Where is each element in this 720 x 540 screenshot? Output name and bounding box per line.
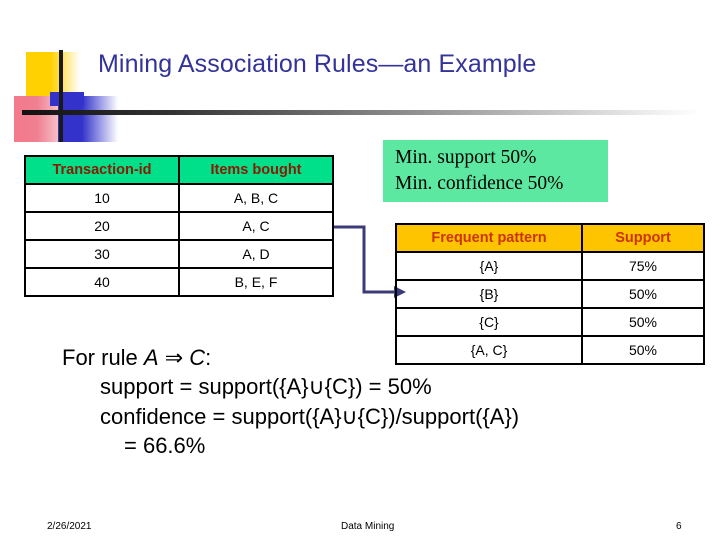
cell-transaction-id: 30 xyxy=(24,239,180,269)
footer-date: 2/26/2021 xyxy=(47,521,92,532)
cell-items-bought: B, E, F xyxy=(178,267,334,297)
min-support-text: Min. support 50% xyxy=(395,147,537,168)
column-header-support: Support xyxy=(581,223,705,253)
table-row: {A} 75% xyxy=(395,251,705,281)
table-row: 10 A, B, C xyxy=(24,183,334,213)
cell-support: 50% xyxy=(581,307,705,337)
min-confidence-text: Min. confidence 50% xyxy=(395,172,564,194)
footer-title: Data Mining xyxy=(341,521,395,532)
decor-horizontal-rule xyxy=(22,110,702,115)
confidence-result: = 66.6% xyxy=(124,433,206,459)
decor-vertical-line xyxy=(59,50,63,142)
table-row: 40 B, E, F xyxy=(24,267,334,297)
page-title: Mining Association Rules—an Example xyxy=(98,50,537,78)
rule-consequent: C xyxy=(189,345,206,370)
rule-antecedent: A xyxy=(143,345,159,370)
cell-items-bought: A, C xyxy=(178,211,334,241)
cell-items-bought: A, D xyxy=(178,239,334,269)
table-header-row: Transaction-id Items bought xyxy=(24,155,334,185)
table-row: {C} 50% xyxy=(395,307,705,337)
cell-pattern: {B} xyxy=(395,279,583,309)
table-row: 30 A, D xyxy=(24,239,334,269)
rule-prefix: For rule xyxy=(62,345,144,370)
transaction-table: Transaction-id Items bought 10 A, B, C 2… xyxy=(24,155,334,297)
cell-transaction-id: 10 xyxy=(24,183,180,213)
table-header-row: Frequent pattern Support xyxy=(395,223,705,253)
rule-colon: : xyxy=(205,345,212,370)
cell-transaction-id: 40 xyxy=(24,267,180,297)
cell-transaction-id: 20 xyxy=(24,211,180,241)
cell-support: 50% xyxy=(581,279,705,309)
table-row: 20 A, C xyxy=(24,211,334,241)
table-row: {B} 50% xyxy=(395,279,705,309)
support-formula: support = support({A}∪{C}) = 50% xyxy=(100,374,432,400)
min-support-confidence-box: Min. support 50% Min. confidence 50% xyxy=(383,140,608,202)
cell-support: 75% xyxy=(581,251,705,281)
decor-blue-bar xyxy=(50,92,84,106)
slide-canvas: Mining Association Rules—an Example Tran… xyxy=(0,0,720,540)
cell-items-bought: A, B, C xyxy=(178,183,334,213)
rule-implies-arrow: ⇒ xyxy=(158,345,190,370)
cell-pattern: {C} xyxy=(395,307,583,337)
column-header-items-bought: Items bought xyxy=(178,155,334,185)
footer-page-number: 6 xyxy=(676,521,682,532)
cell-pattern: {A} xyxy=(395,251,583,281)
column-header-frequent-pattern: Frequent pattern xyxy=(395,223,583,253)
confidence-formula: confidence = support({A}∪{C})/support({A… xyxy=(100,403,520,429)
rule-heading: For rule A ⇒ C: xyxy=(62,343,702,372)
column-header-transaction-id: Transaction-id xyxy=(24,155,180,185)
formula-block: For rule A ⇒ C: support = support({A}∪{C… xyxy=(62,343,702,461)
